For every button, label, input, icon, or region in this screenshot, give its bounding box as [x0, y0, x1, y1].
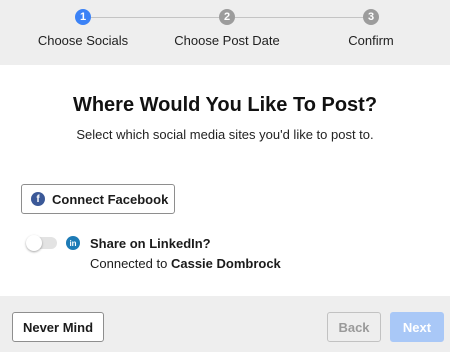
stepper: 1 Choose Socials 2 Choose Post Date 3 Co…	[0, 0, 450, 65]
connected-prefix: Connected to	[90, 256, 168, 271]
step-label: Confirm	[348, 33, 394, 48]
facebook-icon: f	[31, 192, 45, 206]
step-label: Choose Socials	[37, 33, 129, 48]
step-number-badge: 1	[75, 9, 91, 25]
step-choose-socials: 1 Choose Socials	[8, 9, 158, 48]
page-title: Where Would You Like To Post?	[72, 94, 378, 116]
next-button[interactable]: Next	[390, 312, 444, 342]
step-choose-post-date: 2 Choose Post Date	[152, 9, 302, 48]
connect-facebook-button[interactable]: f Connect Facebook	[21, 184, 175, 214]
page-subtitle: Select which social media sites you'd li…	[76, 127, 374, 142]
footer-bar: Never Mind Back Next	[0, 296, 450, 352]
step-confirm: 3 Confirm	[296, 9, 446, 48]
step-number-badge: 3	[363, 9, 379, 25]
linkedin-icon: in	[66, 236, 80, 250]
connected-account-name: Cassie Dombrock	[170, 256, 281, 271]
connect-facebook-label: Connect Facebook	[52, 191, 169, 207]
linkedin-share-label: Share on LinkedIn?	[90, 236, 211, 251]
step-label: Choose Post Date	[174, 33, 280, 48]
never-mind-button[interactable]: Never Mind	[12, 312, 104, 342]
back-button[interactable]: Back	[327, 312, 381, 342]
step-number-badge: 2	[219, 9, 235, 25]
linkedin-connected-text: Connected to Cassie Dombrock	[90, 256, 281, 271]
toggle-knob	[26, 235, 42, 251]
linkedin-share-toggle[interactable]	[26, 235, 57, 251]
